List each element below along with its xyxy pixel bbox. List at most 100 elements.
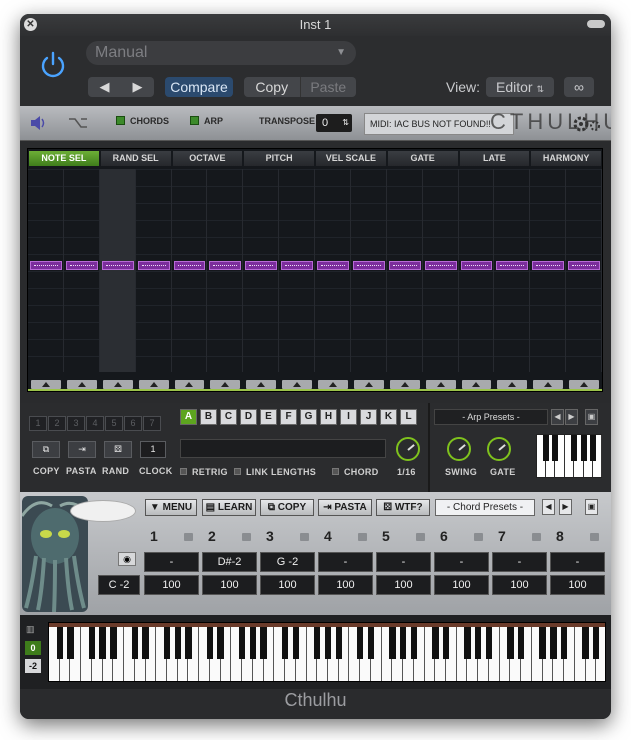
chord-copy-button[interactable]: ⧉ COPY [260, 499, 314, 516]
slot-note-field[interactable]: D#-2 [202, 552, 257, 572]
copy-button[interactable]: Copy [244, 77, 300, 97]
pattern-letter-button[interactable]: A [180, 409, 197, 425]
black-key[interactable] [356, 623, 364, 659]
arp-save-icon[interactable]: ▣ [585, 409, 598, 425]
step-value-bar[interactable] [209, 261, 242, 270]
slot-note-field[interactable]: G -2 [260, 552, 315, 572]
black-key[interactable] [99, 623, 106, 659]
step-value-bar[interactable] [317, 261, 349, 270]
grid-column-header[interactable]: VEL SCALE [316, 151, 386, 166]
pattern-letter-button[interactable]: K [380, 409, 397, 425]
gate-knob[interactable] [487, 437, 511, 461]
black-key[interactable] [67, 623, 74, 659]
black-key[interactable] [324, 623, 332, 659]
lock-icon[interactable] [416, 533, 425, 541]
step-column[interactable] [207, 169, 244, 372]
black-key[interactable] [249, 623, 257, 659]
chord-toggle[interactable]: CHORD [332, 467, 379, 477]
preset-menu[interactable]: Manual ▼ [86, 41, 356, 65]
slot-note-field[interactable]: - [318, 552, 373, 572]
step-handle[interactable] [282, 380, 312, 389]
step-column[interactable] [28, 169, 64, 372]
chord-save-icon[interactable]: ▣ [585, 499, 598, 515]
black-key[interactable] [314, 623, 321, 659]
chord-next-button[interactable]: ▶ [559, 499, 572, 515]
slot-velocity-field[interactable]: 100 [260, 575, 315, 595]
black-key[interactable] [185, 623, 192, 659]
step-value-bar[interactable] [424, 261, 457, 270]
swing-knob[interactable] [447, 437, 471, 461]
grid-column-header[interactable]: GATE [387, 151, 458, 166]
slot-note-field[interactable]: - [144, 552, 199, 572]
step-column[interactable] [243, 169, 280, 372]
black-key[interactable] [475, 623, 482, 659]
black-key[interactable] [593, 623, 600, 659]
view-select[interactable]: Editor ⇅ [486, 77, 554, 97]
step-value-bar[interactable] [281, 261, 313, 270]
grid-column-header[interactable]: PITCH [244, 151, 314, 166]
switch-icon[interactable] [68, 116, 88, 130]
step-handle[interactable] [66, 380, 97, 389]
wtf-button[interactable]: ⚄ WTF? [376, 499, 430, 516]
black-key[interactable] [206, 623, 214, 659]
step-handle[interactable] [102, 380, 133, 389]
step-value-bar[interactable] [388, 261, 421, 270]
chord-presets-menu[interactable]: - Chord Presets - [435, 499, 535, 516]
mini-black-key[interactable] [543, 435, 549, 461]
pattern-letter-button[interactable]: B [200, 409, 217, 425]
rate-knob[interactable] [396, 437, 420, 461]
black-key[interactable] [281, 623, 289, 659]
step-value-bar[interactable] [568, 261, 600, 270]
arp-prev-button[interactable]: ◀ [551, 409, 564, 425]
prev-preset-button[interactable]: ◀ [88, 77, 121, 97]
black-key[interactable] [399, 623, 407, 659]
black-key[interactable] [292, 623, 300, 659]
step-value-bar[interactable] [137, 261, 170, 270]
step-column[interactable] [315, 169, 351, 372]
step-handle[interactable] [461, 380, 492, 389]
step-count-box[interactable]: 4 [86, 416, 104, 431]
grid-column-header[interactable]: HARMONY [531, 151, 601, 166]
black-key[interactable] [410, 623, 418, 659]
pattern-letter-button[interactable]: J [360, 409, 377, 425]
grid-column-header[interactable]: NOTE SEL [29, 151, 99, 166]
step-value-bar[interactable] [30, 261, 62, 270]
arp-toggle[interactable]: ARP [190, 116, 223, 126]
grid-column-header[interactable]: RAND SEL [100, 151, 171, 166]
slot-velocity-field[interactable]: 100 [550, 575, 605, 595]
link-lengths-toggle[interactable]: LINK LENGTHS [234, 467, 316, 477]
length-bar[interactable] [180, 439, 386, 458]
black-key[interactable] [517, 623, 525, 659]
black-key[interactable] [142, 623, 149, 659]
slot-note-field[interactable]: - [376, 552, 431, 572]
black-key[interactable] [88, 623, 96, 659]
slot-velocity-field[interactable]: 100 [434, 575, 489, 595]
step-value-bar[interactable] [65, 261, 98, 270]
octave-up-button[interactable]: 0 [25, 641, 41, 655]
step-value-bar[interactable] [352, 261, 385, 270]
copy-button[interactable]: ⧉ [32, 441, 60, 458]
step-count-box[interactable]: 2 [48, 416, 66, 431]
step-handle[interactable] [318, 380, 348, 389]
eye-icon[interactable]: ◉ [118, 552, 136, 566]
step-grid[interactable]: NOTE SEL RAND SEL OCTAVE PITCH VEL SCALE GATE… [27, 148, 603, 392]
step-value-bar[interactable] [101, 261, 134, 270]
slot-velocity-field[interactable]: 100 [318, 575, 373, 595]
lock-icon[interactable] [184, 533, 193, 541]
pattern-letter-button[interactable]: D [240, 409, 257, 425]
slot-velocity-field[interactable]: 100 [376, 575, 431, 595]
black-key[interactable] [131, 623, 139, 659]
grid-column-header[interactable]: LATE [459, 151, 530, 166]
lock-icon[interactable] [358, 533, 367, 541]
mini-black-key[interactable] [580, 435, 587, 461]
step-column[interactable] [99, 169, 136, 372]
black-key[interactable] [464, 623, 471, 659]
step-handle[interactable] [210, 380, 241, 389]
slot-note-field[interactable]: - [434, 552, 489, 572]
step-value-bar[interactable] [496, 261, 529, 270]
step-handle[interactable] [533, 380, 564, 389]
step-column[interactable] [494, 169, 531, 372]
step-handle[interactable] [497, 380, 528, 389]
step-handle[interactable] [569, 380, 599, 389]
step-count-box[interactable]: 1 [29, 416, 47, 431]
